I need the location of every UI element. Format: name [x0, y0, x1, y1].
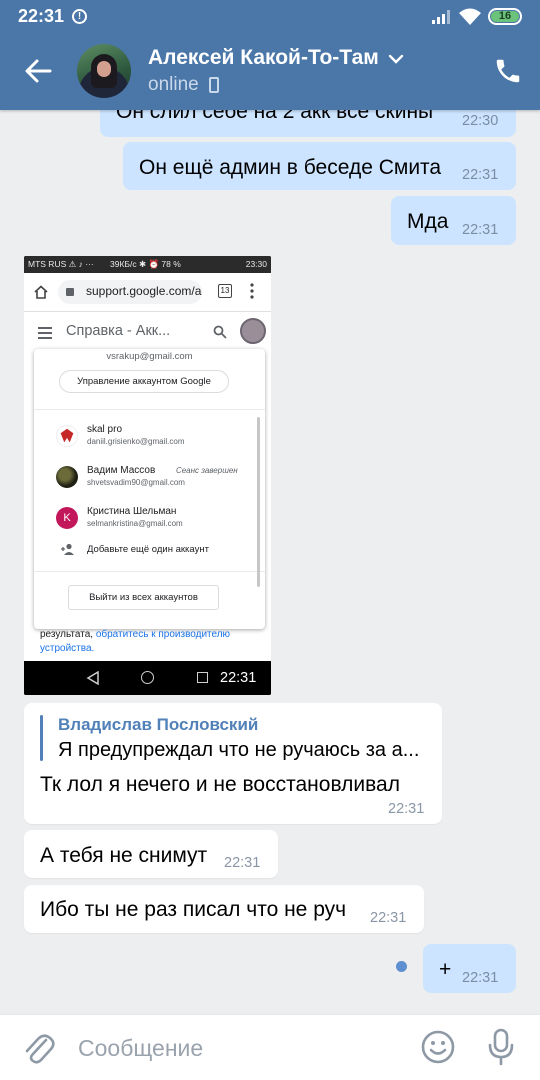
screenshot-page-title: Справка - Акк...	[66, 323, 171, 339]
account-name: Кристина Шельман	[87, 506, 177, 517]
attached-screenshot-image[interactable]: MTS RUS ⚠ ♪ ··· 39КБ/с ✱ ⏰ 78 % 23:30 su…	[24, 256, 271, 695]
emoji-icon[interactable]	[420, 1029, 456, 1065]
chevron-down-icon[interactable]	[388, 52, 404, 66]
screenshot-status-time: 23:30	[245, 259, 267, 269]
message-bubble-incoming[interactable]: Ибо ты не раз писал что не руч 22:31	[24, 885, 424, 933]
message-time: 22:31	[388, 801, 425, 817]
paperclip-icon[interactable]	[22, 1030, 56, 1066]
screenshot-browser: support.google.com/ac 13 Справка - Акк..…	[24, 273, 271, 661]
signal-icon	[432, 10, 450, 24]
message-bubble-outgoing[interactable]: Он ещё админ в беседе Смита 22:31	[123, 142, 516, 190]
message-text: Ибо ты не раз писал что не руч	[40, 898, 347, 921]
account-avatar	[56, 466, 78, 488]
divider	[34, 409, 265, 410]
contact-status: online	[148, 74, 199, 95]
message-text: Тк лол я нечего и не восстановливал	[40, 773, 400, 796]
screenshot-url-text: support.google.com/ac	[86, 284, 202, 298]
message-bubble-incoming[interactable]: А тебя не снимут 22:31	[24, 830, 278, 878]
account-name: skal pro	[87, 424, 123, 435]
home-icon	[34, 285, 48, 299]
account-email: shvetsvadim90@gmail.com	[87, 478, 185, 487]
more-vertical-icon	[250, 283, 254, 299]
reply-quote-text[interactable]: Я предупреждал что не ручаюсь за а...	[58, 739, 428, 762]
contact-name[interactable]: Алексей Какой-То-Там	[148, 46, 379, 70]
account-avatar: K	[56, 507, 78, 529]
manage-account-button: Управление аккаунтом Google	[59, 370, 229, 393]
account-email: selmankristina@gmail.com	[87, 519, 183, 528]
add-account-row: Добавьте ещё один аккаунт	[34, 539, 265, 563]
message-input[interactable]	[78, 1029, 398, 1067]
account-name: Вадим Массов	[87, 465, 156, 476]
account-item: Вадим Массов shvetsvadim90@gmail.com Сеа…	[34, 460, 265, 498]
chat-header: 22:31 ! 16 Алексей Какой-То-Там online	[0, 0, 540, 110]
screenshot-status-info: 39КБ/с ✱ ⏰ 78 %	[110, 259, 181, 269]
screenshot-page-header: Справка - Акк...	[24, 313, 271, 351]
search-icon	[213, 325, 227, 339]
message-time: 22:31	[462, 167, 499, 183]
message-text: А тебя не снимут	[40, 844, 208, 867]
account-switcher-panel: vsrakup@gmail.com Управление аккаунтом G…	[34, 349, 265, 629]
current-account-email: vsrakup@gmail.com	[106, 351, 193, 362]
reply-author[interactable]: Владислав Пословский	[58, 715, 258, 735]
screenshot-nav-bar: 22:31	[24, 661, 271, 695]
message-text: Мда	[407, 210, 449, 233]
mobile-device-icon	[209, 77, 219, 93]
reply-quote-bar	[40, 715, 43, 761]
status-bar: 22:31 ! 16	[0, 0, 540, 34]
message-bubble-outgoing[interactable]: + 22:31	[423, 944, 516, 993]
message-time: 22:31	[220, 670, 257, 686]
screenshot-status-bar: MTS RUS ⚠ ♪ ··· 39КБ/с ✱ ⏰ 78 % 23:30	[24, 256, 271, 273]
phone-icon[interactable]	[493, 56, 523, 86]
add-account-label: Добавьте ещё один аккаунт	[87, 544, 209, 555]
status-time: 22:31	[18, 6, 65, 26]
screenshot-carrier: MTS RUS ⚠ ♪ ···	[28, 259, 94, 269]
battery-level: 16	[498, 10, 512, 22]
add-person-icon	[61, 543, 74, 555]
account-email: daniil.grisienko@gmail.com	[87, 437, 185, 446]
message-time: 22:31	[462, 970, 499, 986]
unread-indicator	[396, 961, 407, 972]
nav-recent-icon	[197, 672, 208, 683]
account-avatar	[56, 425, 78, 447]
account-item: skal pro daniil.grisienko@gmail.com	[34, 419, 265, 457]
hamburger-menu-icon	[38, 327, 52, 339]
message-bubble-incoming[interactable]: Владислав Пословский Я предупреждал что …	[24, 703, 442, 824]
game-logo-icon	[60, 428, 74, 443]
message-composer	[0, 1014, 540, 1080]
session-ended-label: Сеанс завершен	[176, 466, 238, 475]
microphone-icon[interactable]	[486, 1028, 516, 1066]
screenshot-account-avatar	[240, 318, 266, 344]
panel-scrollbar	[257, 417, 260, 587]
nav-home-icon	[141, 671, 154, 684]
message-time: 22:30	[462, 113, 499, 129]
nav-back-icon	[86, 671, 99, 685]
divider	[34, 571, 265, 572]
message-text: Он ещё админ в беседе Смита	[139, 156, 442, 179]
screenshot-footer-text: результата, обратитесь к производителю у…	[40, 628, 260, 656]
lock-icon	[66, 288, 74, 296]
wifi-icon	[459, 8, 481, 25]
screenshot-address: support.google.com/ac	[58, 280, 202, 304]
alert-icon: !	[72, 9, 87, 24]
contact-avatar[interactable]	[77, 44, 131, 98]
footer-text: результата,	[40, 629, 96, 640]
account-item: K Кристина Шельман selmankristina@gmail.…	[34, 501, 265, 539]
message-text: +	[439, 958, 452, 981]
message-time: 22:31	[224, 855, 261, 871]
message-bubble-outgoing[interactable]: Мда 22:31	[391, 196, 516, 245]
message-time: 22:31	[370, 910, 407, 926]
screenshot-url-bar: support.google.com/ac 13	[24, 273, 271, 312]
sign-out-all-button: Выйти из всех аккаунтов	[68, 585, 219, 610]
message-time: 22:31	[462, 222, 499, 238]
tabs-count-icon: 13	[218, 284, 232, 298]
battery-icon: 16	[488, 8, 522, 25]
arrow-left-icon[interactable]	[22, 55, 54, 87]
